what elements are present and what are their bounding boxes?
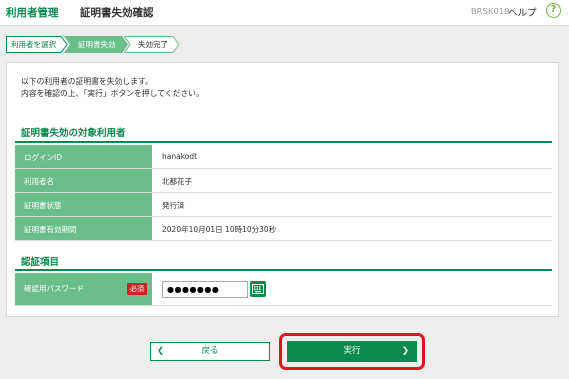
auth-heading: 認証項目 xyxy=(21,257,60,268)
execute-button-label: 実行 xyxy=(343,346,361,356)
section-name: 利用者管理 xyxy=(6,7,59,19)
field-label: 利用者名 xyxy=(15,169,152,192)
field-value: 北都花子 xyxy=(162,177,192,186)
screen-code: BRSK019 xyxy=(471,7,510,16)
instructions: 以下の利用者の証明書を失効します。 内容を確認の上、「実行」ボタンを押してくださ… xyxy=(21,76,204,100)
step-label: 証明書失効 xyxy=(78,40,116,49)
field-value: 発行済 xyxy=(162,201,185,210)
help-icon[interactable]: ? xyxy=(546,3,561,18)
field-label: 証明書状態 xyxy=(15,193,152,216)
back-button[interactable]: ❮ 戻る xyxy=(150,342,270,361)
section-divider xyxy=(15,269,552,271)
row-confirm-password: 確認用パスワード 必須 xyxy=(15,273,552,306)
step-revoke-cert: 証明書失効 xyxy=(64,36,129,53)
instruction-line: 内容を確認の上、「実行」ボタンを押してください。 xyxy=(21,89,204,98)
keyboard-icon xyxy=(252,284,264,294)
software-keyboard-button[interactable] xyxy=(250,281,266,297)
row-cert-status: 証明書状態 発行済 xyxy=(15,193,552,217)
chevron-left-icon: ❮ xyxy=(157,346,165,356)
page-title: 証明書失効確認 xyxy=(80,7,154,19)
step-revoke-complete: 失効完了 xyxy=(124,36,180,53)
password-input[interactable] xyxy=(162,281,248,298)
step-select-user: 利用者を選択 xyxy=(6,36,68,53)
row-user-name: 利用者名 北都花子 xyxy=(15,169,552,193)
row-cert-validity: 証明書有効期間 2020年10月01日 10時10分30秒 xyxy=(15,217,552,241)
back-button-label: 戻る xyxy=(201,346,219,356)
target-user-heading: 証明書失効の対象利用者 xyxy=(21,128,126,139)
section-divider xyxy=(15,141,552,143)
step-label: 利用者を選択 xyxy=(11,40,56,49)
required-badge: 必須 xyxy=(127,283,147,295)
execute-button[interactable]: 実行 ❯ xyxy=(287,341,417,362)
chevron-right-icon: ❯ xyxy=(401,346,409,356)
field-label: ログインID xyxy=(15,145,152,168)
field-value: hanakodt xyxy=(162,152,198,161)
help-link[interactable]: ヘルプ xyxy=(508,5,537,19)
page-header: 利用者管理 証明書失効確認 BRSK019 ヘルプ ? xyxy=(0,0,569,26)
field-value: 2020年10月01日 10時10分30秒 xyxy=(162,225,277,234)
main-panel: 以下の利用者の証明書を失効します。 内容を確認の上、「実行」ボタンを押してくださ… xyxy=(6,62,559,317)
row-login-id: ログインID hanakodt xyxy=(15,145,552,169)
step-label: 失効完了 xyxy=(138,40,168,49)
field-label: 証明書有効期間 xyxy=(15,217,152,240)
instruction-line: 以下の利用者の証明書を失効します。 xyxy=(21,77,153,86)
